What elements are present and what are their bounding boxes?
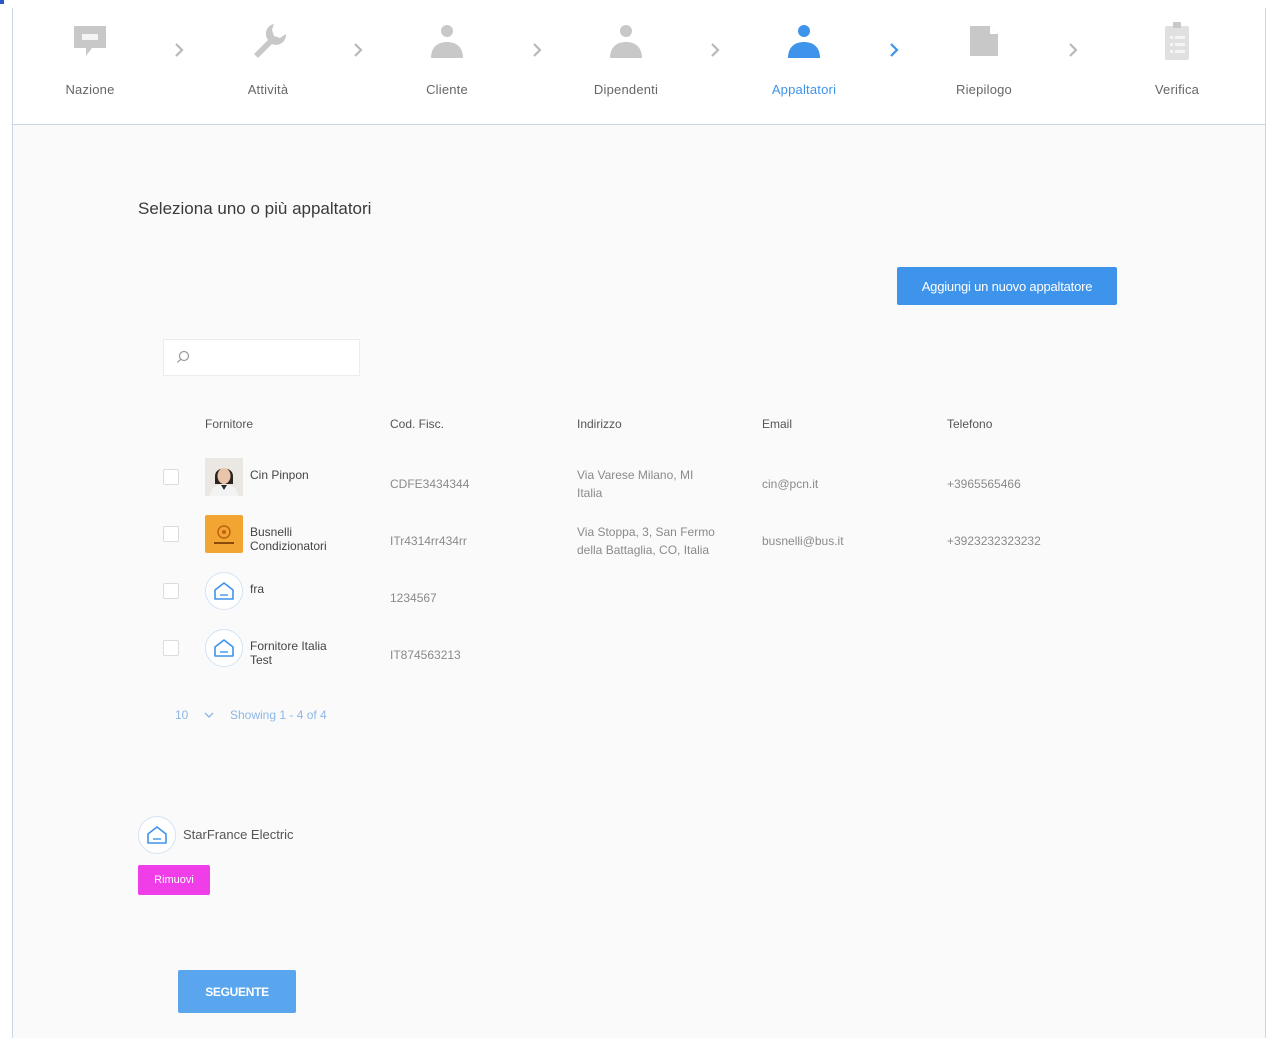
table-row: Fornitore Italia Test IT874563213 — [13, 619, 1265, 676]
column-header-telefono[interactable]: Telefono — [947, 417, 992, 431]
company-logo-icon — [214, 525, 234, 544]
pagination-info: Showing 1 - 4 of 4 — [230, 708, 327, 722]
supplier-name: fra — [250, 582, 265, 596]
phone: +3965565466 — [947, 477, 1021, 491]
selected-contractor-name: StarFrance Electric — [183, 827, 294, 842]
column-header-email[interactable]: Email — [762, 417, 792, 431]
chevron-right-icon — [354, 43, 363, 57]
clipboard-icon — [1165, 22, 1189, 60]
avatar — [205, 572, 243, 610]
chevron-right-icon — [533, 43, 542, 57]
avatar — [205, 458, 243, 496]
next-button[interactable]: SEGUENTE — [178, 970, 296, 1013]
address: Via Stoppa, 3, San Fermo della Battaglia… — [577, 525, 715, 557]
table-row: Busnelli Condizionatori ITr4314rr434rr V… — [13, 505, 1265, 562]
supplier-name: Cin Pinpon — [250, 468, 309, 482]
tax-code: ITr4314rr434rr — [390, 534, 467, 548]
chevron-right-icon — [175, 43, 184, 57]
table-row: fra 1234567 — [13, 562, 1265, 619]
address: Via Varese Milano, MI Italia — [577, 468, 694, 500]
house-icon — [214, 582, 234, 600]
chevron-right-icon — [711, 43, 720, 57]
supplier-name: Busnelli Condizionatori — [250, 525, 327, 553]
page-size-select[interactable]: 10 — [175, 708, 188, 722]
step-appaltatori[interactable]: Appaltatori — [744, 8, 864, 124]
person-icon — [788, 25, 820, 58]
person-photo-icon — [205, 458, 243, 496]
supplier-name: Fornitore Italia Test — [250, 639, 327, 667]
row-checkbox[interactable] — [163, 583, 179, 599]
step-verifica[interactable]: Verifica — [1117, 8, 1237, 124]
remove-button[interactable]: Rimuovi — [138, 865, 210, 895]
step-label: Nazione — [65, 82, 115, 97]
step-dipendenti[interactable]: Dipendenti — [566, 8, 686, 124]
person-icon — [431, 25, 463, 58]
document-icon — [970, 26, 998, 56]
email: busnelli@bus.it — [762, 534, 844, 548]
step-label: Dipendenti — [593, 82, 659, 97]
email: cin@pcn.it — [762, 477, 819, 491]
avatar — [205, 515, 243, 553]
row-checkbox[interactable] — [163, 526, 179, 542]
step-cliente[interactable]: Cliente — [387, 8, 507, 124]
row-checkbox[interactable] — [163, 640, 179, 656]
step-attivita[interactable]: Attività — [208, 8, 328, 124]
corner-mark — [0, 0, 4, 4]
page-title: Seleziona uno o più appaltatori — [138, 199, 372, 218]
avatar — [205, 629, 243, 667]
tax-code: 1234567 — [390, 591, 437, 605]
step-label: Attività — [247, 82, 289, 97]
step-nazione[interactable]: Nazione — [30, 8, 150, 124]
step-label: Cliente — [426, 82, 468, 97]
phone: +3923232323232 — [947, 534, 1041, 548]
house-icon — [214, 639, 234, 657]
step-label: Appaltatori — [771, 82, 837, 97]
house-icon — [147, 826, 167, 844]
chevron-down-icon[interactable] — [203, 708, 215, 722]
person-icon — [610, 25, 642, 58]
tax-code: IT874563213 — [390, 648, 461, 662]
step-label: Verifica — [1154, 82, 1200, 97]
search-box[interactable] — [163, 339, 360, 376]
column-header-indirizzo[interactable]: Indirizzo — [577, 417, 622, 431]
wizard-stepper: Nazione Attività Cliente Dipendenti Appa… — [13, 8, 1265, 125]
step-riepilogo[interactable]: Riepilogo — [924, 8, 1044, 124]
chevron-right-icon — [890, 43, 899, 57]
avatar — [138, 816, 176, 854]
row-checkbox[interactable] — [163, 469, 179, 485]
wrench-icon — [254, 24, 287, 58]
wizard-frame: Nazione Attività Cliente Dipendenti Appa… — [12, 8, 1266, 1038]
column-header-fornitore[interactable]: Fornitore — [205, 417, 253, 431]
table-row: Cin Pinpon CDFE3434344 Via Varese Milano… — [13, 448, 1265, 505]
chevron-right-icon — [1069, 43, 1078, 57]
tax-code: CDFE3434344 — [390, 477, 470, 491]
step-label: Riepilogo — [955, 82, 1012, 97]
search-input[interactable] — [196, 346, 355, 370]
column-header-cod-fisc[interactable]: Cod. Fisc. — [390, 417, 444, 431]
search-icon — [177, 350, 190, 363]
flag-icon — [74, 26, 106, 56]
add-contractor-button[interactable]: Aggiungi un nuovo appaltatore — [897, 267, 1117, 305]
